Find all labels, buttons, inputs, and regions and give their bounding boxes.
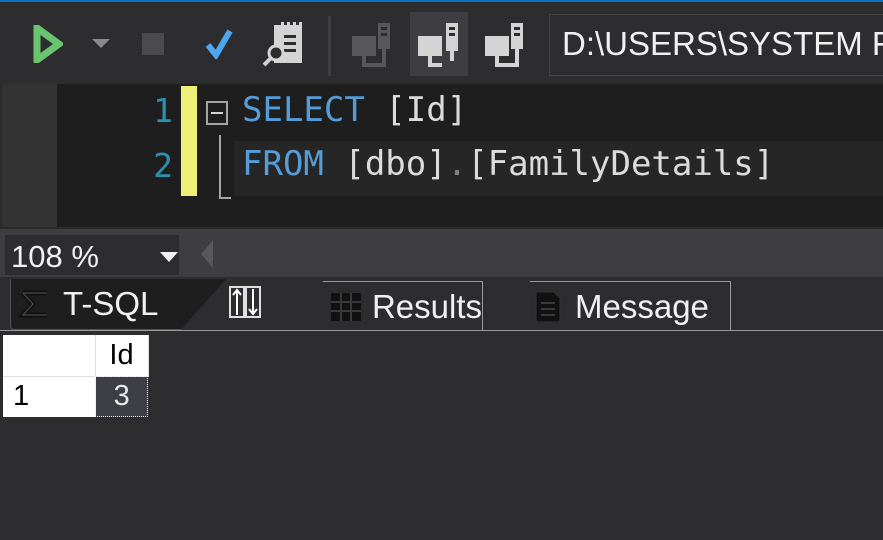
- identifier: [FamilyDetails]: [467, 144, 775, 184]
- check-icon: [205, 29, 233, 59]
- editor-margin: [0, 84, 57, 227]
- tab-tsql[interactable]: T-SQL: [10, 279, 226, 330]
- execution-plan-icon: [229, 286, 261, 318]
- tsql-icon: [19, 290, 47, 318]
- toolbar-separator: [328, 16, 331, 76]
- collapse-icon[interactable]: [206, 101, 228, 125]
- results-grid-area: Id 1 3: [0, 333, 883, 540]
- execute-button[interactable]: [26, 12, 70, 76]
- play-icon: [33, 25, 63, 63]
- tab-message[interactable]: Message: [486, 281, 731, 331]
- disconnect-button[interactable]: [478, 12, 534, 76]
- tab-label: T-SQL: [63, 285, 159, 322]
- grid-corner[interactable]: [3, 335, 96, 377]
- keyword: FROM: [242, 144, 324, 184]
- zoom-dropdown[interactable]: 108 %: [5, 235, 179, 275]
- connect-button[interactable]: [348, 12, 398, 76]
- estimated-plan-button[interactable]: [258, 12, 308, 76]
- editor-status-bar: 108 %: [0, 227, 883, 277]
- column-header[interactable]: Id: [95, 335, 149, 377]
- identifier: [Id]: [364, 90, 468, 130]
- connect-icon: [352, 23, 390, 67]
- results-grid: Id 1 3: [3, 335, 149, 417]
- tab-results[interactable]: Results: [273, 281, 483, 331]
- change-connection-button[interactable]: [410, 12, 468, 76]
- parse-button[interactable]: [198, 12, 240, 76]
- scroll-left-icon[interactable]: [201, 240, 213, 268]
- change-tracking-bar: [181, 86, 197, 196]
- disconnect-icon: [485, 23, 523, 67]
- change-connection-icon: [418, 23, 458, 67]
- tab-label: Results: [371, 287, 482, 325]
- fold-guide: [219, 135, 231, 199]
- identifier: [dbo]: [323, 144, 447, 184]
- line-number: 2: [153, 146, 173, 185]
- connection-path-field[interactable]: D:\USERS\SYSTEM FILES\: [549, 14, 883, 76]
- row-number[interactable]: 1: [3, 376, 96, 417]
- connection-path: D:\USERS\SYSTEM FILES\: [562, 25, 883, 62]
- code-line-2: FROM [dbo].[FamilyDetails]: [242, 144, 774, 184]
- document-icon: [535, 291, 561, 322]
- tab-label: Message: [575, 287, 709, 325]
- grid-cell[interactable]: 3: [95, 376, 148, 417]
- sql-editor[interactable]: 1 2 SELECT [Id] FROM [dbo].[FamilyDetail…: [0, 84, 883, 227]
- execute-dropdown-button[interactable]: [86, 12, 116, 76]
- tab-execution-plan[interactable]: [228, 285, 262, 324]
- stop-button[interactable]: [135, 12, 171, 76]
- plan-icon: [262, 22, 302, 67]
- query-toolbar: D:\USERS\SYSTEM FILES\: [0, 2, 883, 84]
- chevron-down-icon: [92, 39, 110, 48]
- zoom-level: 108 %: [11, 239, 99, 274]
- separator: .: [446, 144, 468, 184]
- table-row: 1 3: [3, 376, 148, 417]
- stop-icon: [142, 33, 164, 55]
- grid-icon: [330, 292, 361, 321]
- results-tabs: T-SQL Results Message: [0, 277, 883, 333]
- line-number: 1: [153, 91, 173, 130]
- keyword: SELECT: [242, 90, 365, 130]
- code-line-1: SELECT [Id]: [242, 90, 467, 130]
- chevron-down-icon: [160, 252, 178, 262]
